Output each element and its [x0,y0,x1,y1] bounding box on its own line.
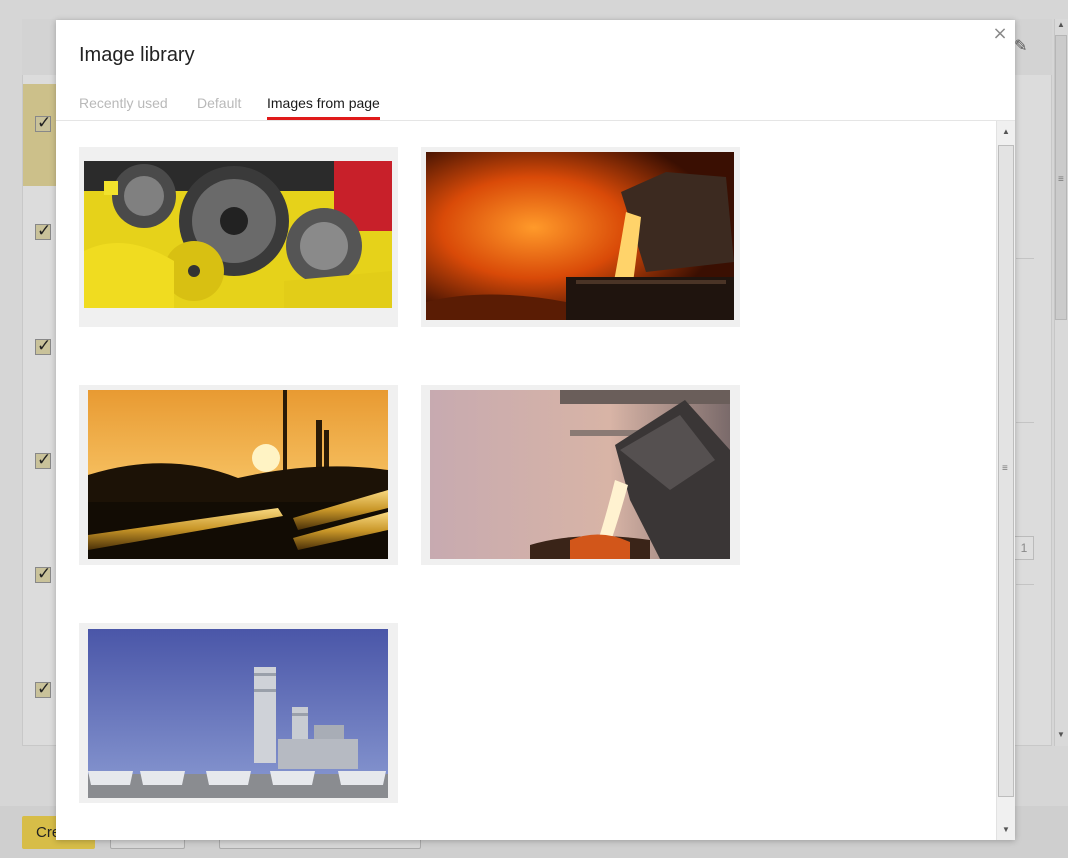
image-grid [56,121,996,840]
background-checkbox[interactable] [35,564,51,584]
background-divider [1016,584,1034,585]
arrow-up-icon[interactable]: ▲ [997,123,1015,141]
close-icon[interactable]: × [991,25,1009,43]
background-number-field[interactable]: 1 [1014,536,1034,560]
tab-default[interactable]: Default [197,94,241,120]
tab-recently-used[interactable]: Recently used [79,94,168,120]
dialog-scrollbar-thumb[interactable]: ≡ [998,145,1014,797]
dialog-scrollbar[interactable]: ▲ ≡ ▼ [996,121,1015,840]
background-checkbox[interactable] [35,113,51,133]
arrow-down-icon[interactable]: ▼ [1057,730,1065,739]
background-checkbox[interactable] [35,450,51,470]
molten-steel-pour-image[interactable] [421,147,740,327]
tab-images-from-page[interactable]: Images from page [267,94,380,120]
power-plant-picture [88,629,388,798]
pipeline-picture [88,390,388,559]
grip-icon: ≡ [1058,174,1064,185]
arrow-up-icon[interactable]: ▲ [1057,20,1065,29]
background-checkbox[interactable] [35,221,51,241]
power-plant-blue-sky-image[interactable] [79,623,398,803]
background-divider [1016,258,1034,259]
yellow-gears-image[interactable] [79,147,398,327]
gears-picture [84,161,392,308]
pencil-icon[interactable]: ✎ [1014,36,1027,55]
background-checkbox[interactable] [35,336,51,356]
ladle-picture [430,390,730,559]
background-selected-row [23,84,57,186]
pipeline-sunset-image[interactable] [79,385,398,565]
steel-pour-picture [426,152,734,320]
background-checkbox[interactable] [35,679,51,699]
dialog-title: Image library [79,44,195,66]
image-library-dialog: Image library × Recently used Default Im… [56,20,1015,840]
steel-ladle-steam-image[interactable] [421,385,740,565]
grip-icon: ≡ [1002,463,1008,474]
background-divider [1016,422,1034,423]
arrow-down-icon[interactable]: ▼ [997,821,1015,839]
